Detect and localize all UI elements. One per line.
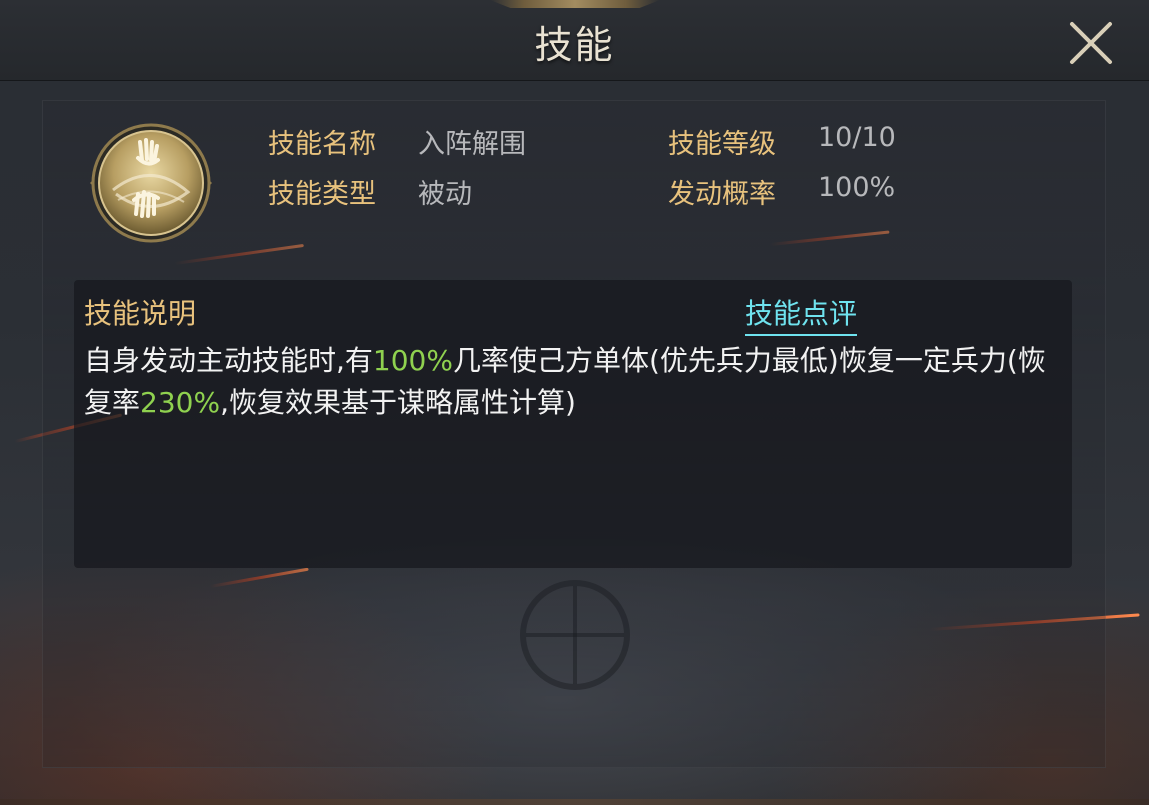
hand-swirl-icon bbox=[90, 123, 212, 243]
trigger-rate-label: 发动概率 bbox=[668, 179, 776, 210]
skill-level-label: 技能等级 bbox=[668, 129, 776, 160]
close-button[interactable] bbox=[1066, 20, 1116, 66]
description-highlight: 230% bbox=[140, 386, 221, 419]
skill-type-value: 被动 bbox=[418, 179, 472, 210]
skill-level-value: 10/10 bbox=[818, 122, 896, 153]
skill-name-label: 技能名称 bbox=[268, 129, 376, 160]
trigger-rate-value: 100% bbox=[818, 172, 896, 203]
title-ornament bbox=[490, 0, 660, 8]
window-title: 技能 bbox=[534, 23, 615, 67]
skill-icon bbox=[88, 120, 214, 246]
description-header: 技能说明 bbox=[84, 297, 197, 330]
skill-name-value: 入阵解围 bbox=[418, 129, 526, 160]
skill-type-label: 技能类型 bbox=[268, 179, 376, 210]
title-bar: 技能 bbox=[0, 0, 1149, 81]
close-icon bbox=[1070, 22, 1112, 64]
description-text: 自身发动主动技能时,有100%几率使己方单体(优先兵力最低)恢复一定兵力(恢复率… bbox=[84, 340, 1059, 424]
skill-review-link[interactable]: 技能点评 bbox=[745, 292, 858, 336]
description-text-part: 自身发动主动技能时,有 bbox=[84, 344, 373, 377]
description-box bbox=[74, 280, 1072, 568]
skill-window: 技能 技能名称 入阵解围 技能等级 10/10 技能类型 被动 发动概率 100… bbox=[0, 0, 1149, 805]
description-text-part: ,恢复效果基于谋略属性计算) bbox=[220, 386, 576, 419]
description-highlight: 100% bbox=[372, 344, 453, 377]
bottom-edge-decoration bbox=[0, 799, 1149, 805]
